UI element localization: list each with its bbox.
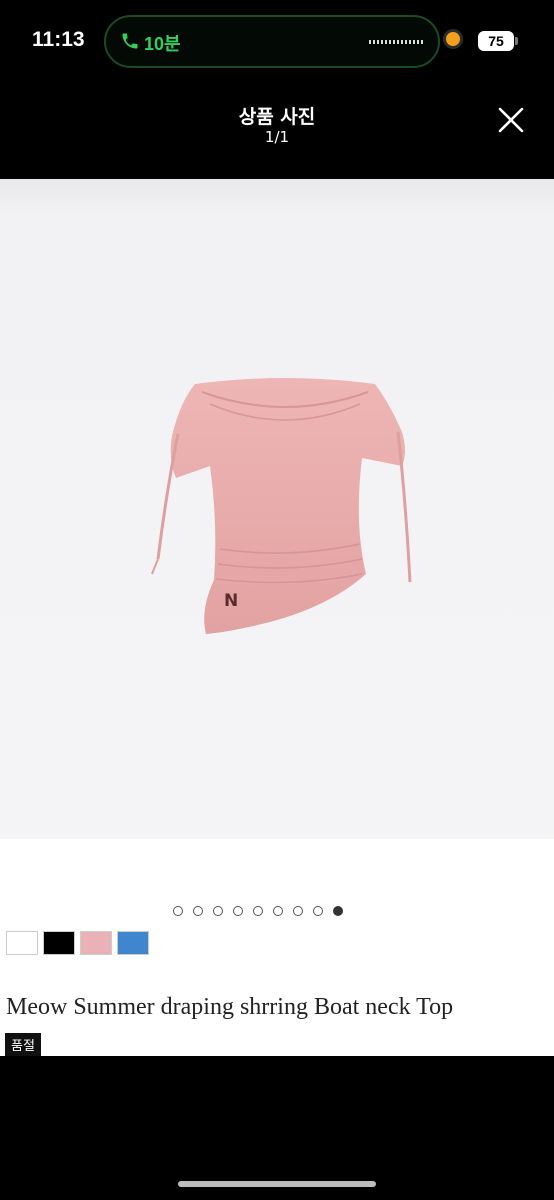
brand-logo: N — [224, 591, 238, 611]
product-name: Meow Summer draping shrring Boat neck To… — [6, 994, 454, 1020]
carousel-dot[interactable] — [313, 906, 323, 916]
audio-waveform-icon — [369, 40, 425, 44]
phone-icon — [122, 33, 138, 49]
status-time: 11:13 — [32, 28, 85, 51]
page-title: 상품 사진 — [238, 106, 316, 128]
product-detail-panel: N Meow Summer draping shrring Boat neck … — [0, 179, 554, 1056]
mic-indicator-icon — [446, 32, 460, 46]
color-swatch-black[interactable] — [43, 931, 75, 955]
pink-boat-neck-top-image: N — [151, 378, 412, 634]
image-counter: 1/1 — [264, 128, 290, 146]
call-duration: 10분 — [144, 34, 181, 54]
sold-out-badge: 품절 — [5, 1033, 41, 1056]
carousel-dot[interactable] — [213, 906, 223, 916]
product-photo[interactable]: N — [0, 179, 554, 839]
color-swatches — [6, 931, 149, 955]
battery-indicator: 75 — [478, 31, 518, 51]
carousel-indicator — [173, 906, 343, 920]
close-icon[interactable] — [494, 103, 528, 137]
call-indicator-pill[interactable]: 10분 — [104, 15, 440, 68]
carousel-dot[interactable] — [333, 906, 343, 916]
color-swatch-white[interactable] — [6, 931, 38, 955]
home-indicator[interactable] — [178, 1181, 376, 1187]
carousel-dot[interactable] — [173, 906, 183, 916]
color-swatch-blue[interactable] — [117, 931, 149, 955]
carousel-dot[interactable] — [193, 906, 203, 916]
carousel-dot[interactable] — [293, 906, 303, 916]
carousel-dot[interactable] — [273, 906, 283, 916]
carousel-dot[interactable] — [233, 906, 243, 916]
carousel-dot[interactable] — [253, 906, 263, 916]
color-swatch-pink[interactable] — [80, 931, 112, 955]
